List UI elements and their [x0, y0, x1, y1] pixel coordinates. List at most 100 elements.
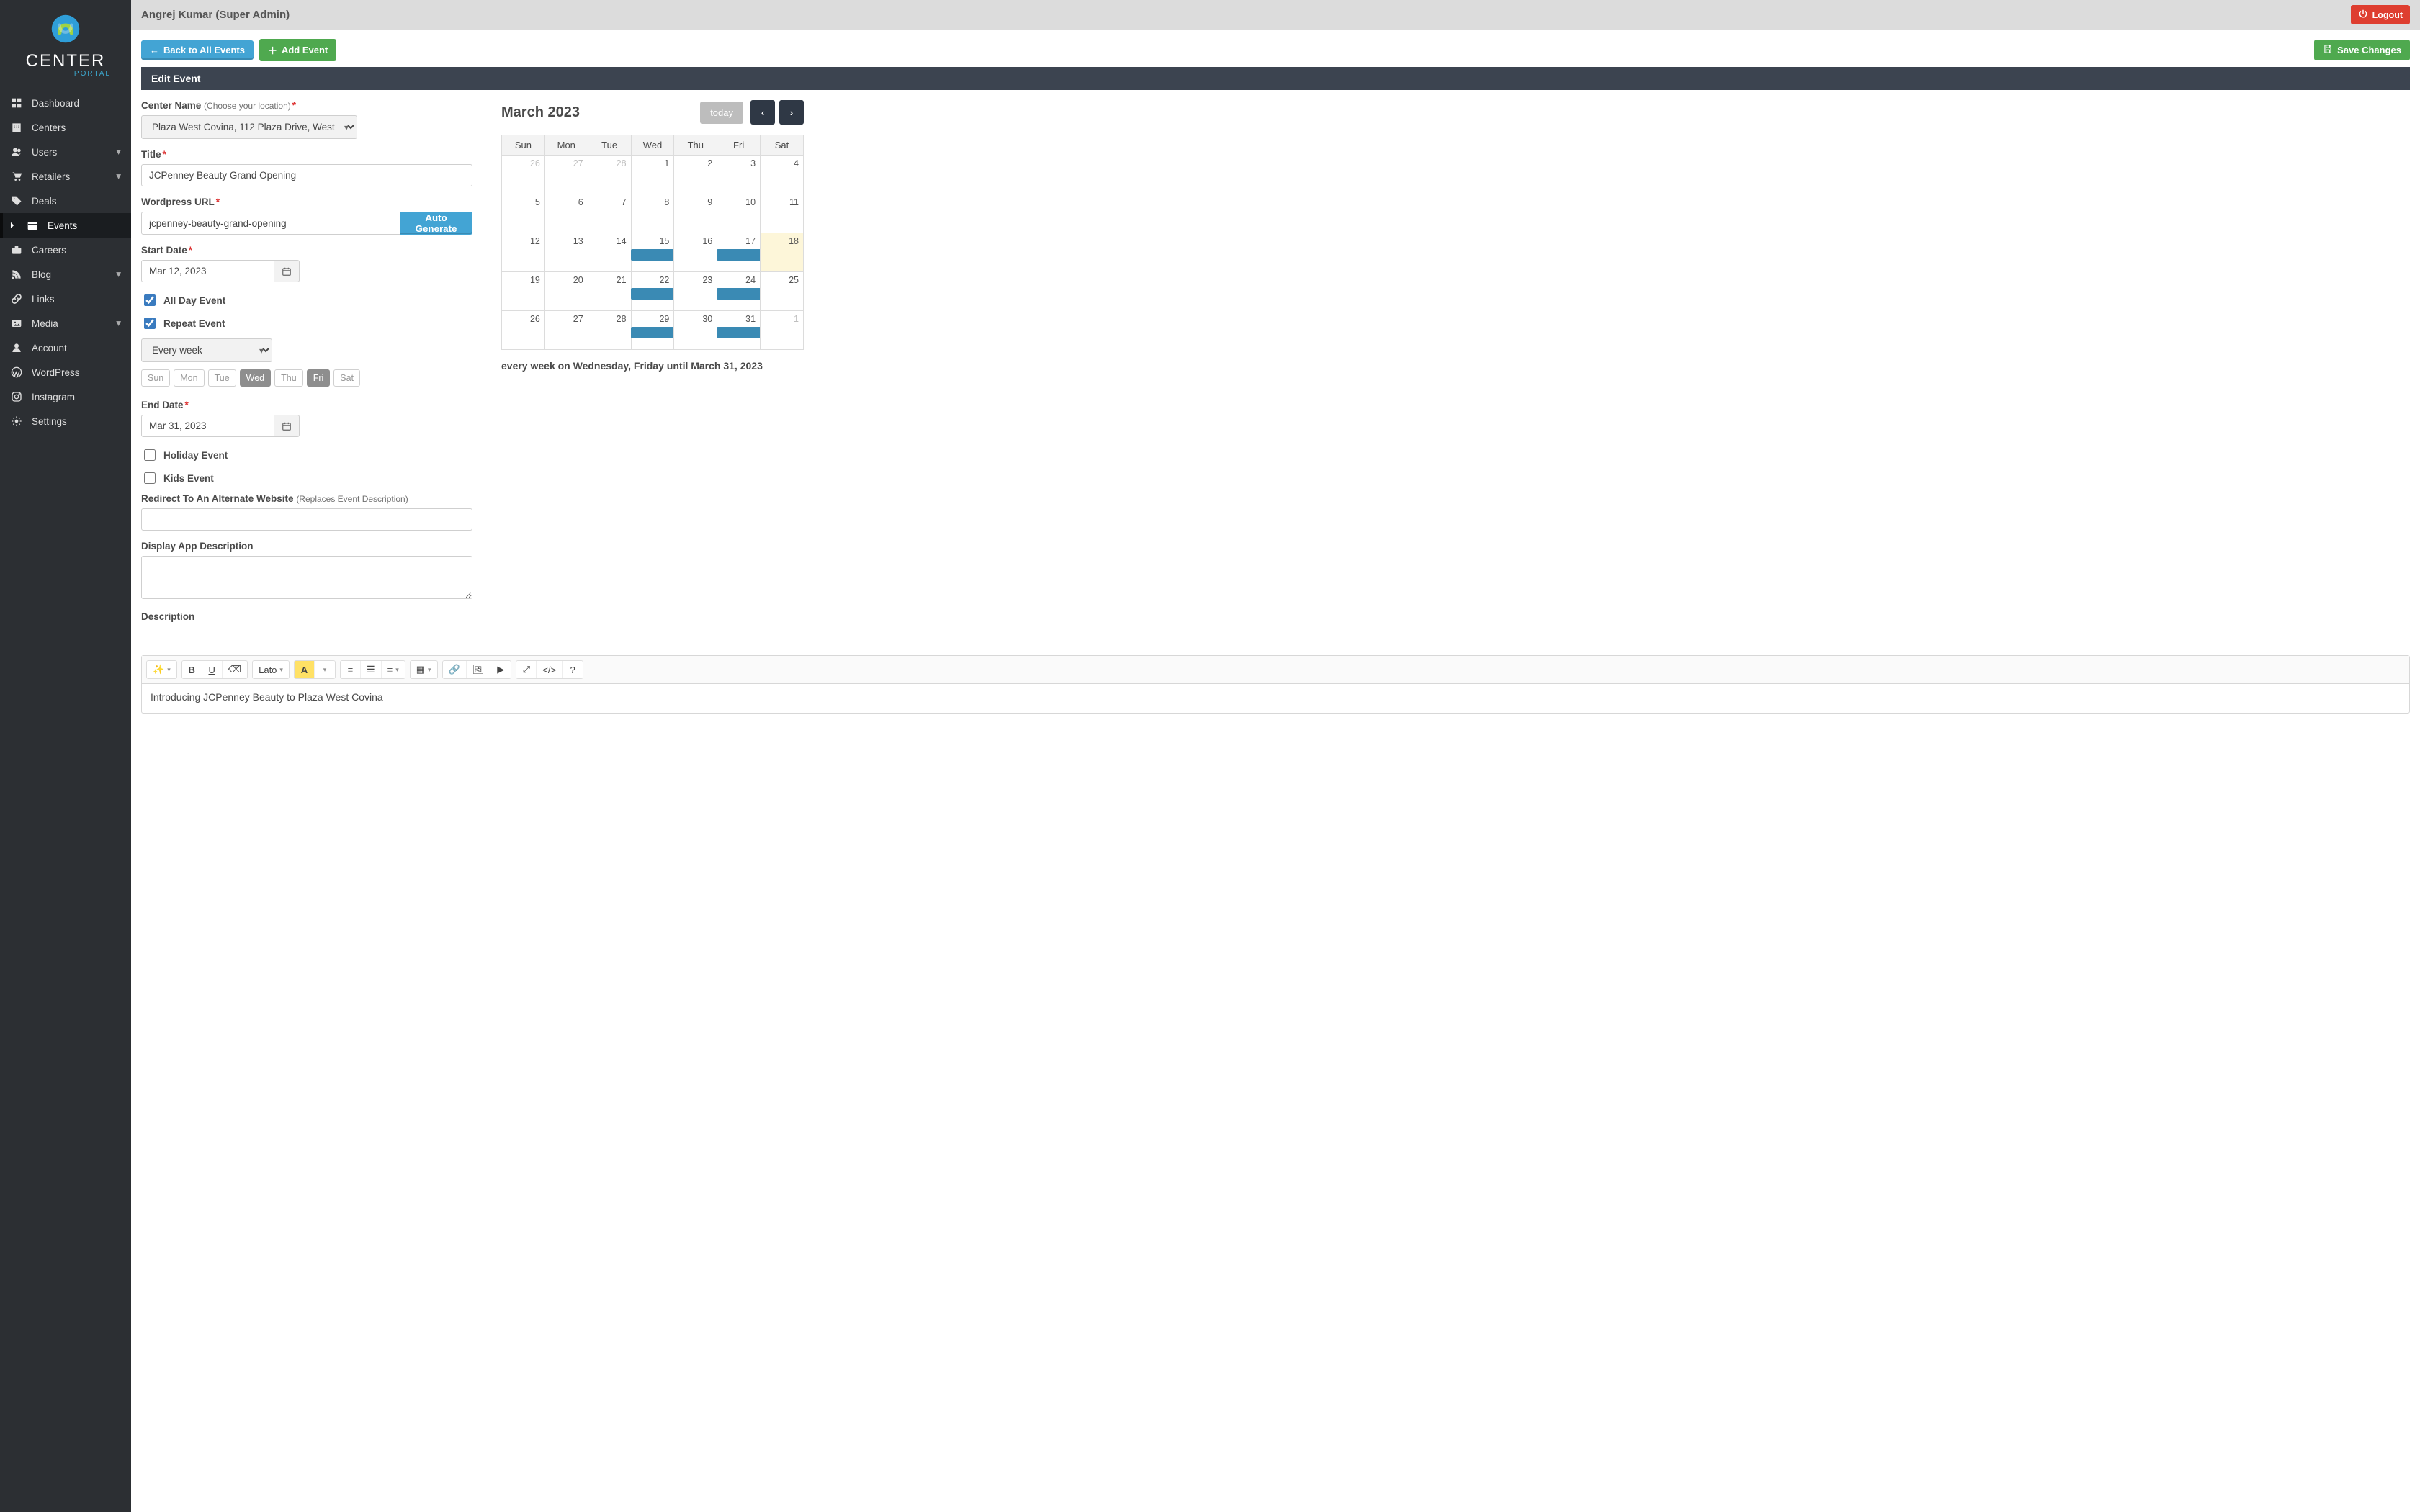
- cal-day[interactable]: 20: [544, 272, 588, 311]
- tb-table-button[interactable]: ▦▾: [411, 661, 437, 678]
- cal-day[interactable]: 9: [674, 194, 717, 233]
- sidebar-link[interactable]: Links: [0, 287, 131, 311]
- tb-underline-button[interactable]: U: [202, 661, 223, 678]
- sidebar-item-links[interactable]: Links: [0, 287, 131, 311]
- tb-code-button[interactable]: </>: [537, 661, 563, 678]
- tb-link-button[interactable]: 🔗: [443, 661, 467, 678]
- cal-day[interactable]: 2: [674, 156, 717, 194]
- cal-day[interactable]: 25: [761, 272, 804, 311]
- tb-font-button[interactable]: Lato ▾: [253, 661, 289, 678]
- sidebar-item-deals[interactable]: Deals: [0, 189, 131, 213]
- sidebar-link[interactable]: Blog▾: [0, 262, 131, 287]
- day-toggle-fri[interactable]: Fri: [307, 369, 331, 387]
- sidebar-link[interactable]: Retailers▾: [0, 164, 131, 189]
- cal-day[interactable]: 4: [761, 156, 804, 194]
- event-bar[interactable]: [717, 249, 760, 261]
- cal-day[interactable]: 19: [502, 272, 545, 311]
- cal-day[interactable]: 26: [502, 156, 545, 194]
- sidebar-item-users[interactable]: Users▾: [0, 140, 131, 164]
- event-bar[interactable]: [717, 327, 760, 338]
- sidebar-link[interactable]: Deals: [0, 189, 131, 213]
- sidebar-link[interactable]: Dashboard: [0, 91, 131, 115]
- cal-day[interactable]: 21: [588, 272, 631, 311]
- sidebar-item-blog[interactable]: Blog▾: [0, 262, 131, 287]
- next-month-button[interactable]: ›: [779, 100, 804, 125]
- cal-day[interactable]: 24: [717, 272, 761, 311]
- day-toggle-mon[interactable]: Mon: [174, 369, 204, 387]
- auto-generate-button[interactable]: Auto Generate: [400, 212, 472, 235]
- cal-day[interactable]: 28: [588, 311, 631, 350]
- sidebar-link[interactable]: Events: [0, 213, 131, 238]
- repeat-frequency-select[interactable]: Every week: [141, 338, 272, 362]
- tb-video-button[interactable]: ▶: [490, 661, 511, 678]
- tb-align-button[interactable]: ≡▾: [382, 661, 405, 678]
- cal-day[interactable]: 3: [717, 156, 761, 194]
- day-toggle-tue[interactable]: Tue: [208, 369, 236, 387]
- event-bar[interactable]: [631, 327, 674, 338]
- event-bar[interactable]: [631, 249, 674, 261]
- back-button[interactable]: ← Back to All Events: [141, 40, 254, 60]
- start-date-input[interactable]: [141, 260, 274, 282]
- sidebar-link[interactable]: Account: [0, 336, 131, 360]
- appdesc-textarea[interactable]: [141, 556, 472, 599]
- cal-day[interactable]: 16: [674, 233, 717, 272]
- cal-day[interactable]: 15: [631, 233, 674, 272]
- editor-body[interactable]: Introducing JCPenney Beauty to Plaza Wes…: [142, 684, 2409, 713]
- cal-day[interactable]: 18: [761, 233, 804, 272]
- calendar-icon[interactable]: [274, 260, 300, 282]
- event-bar[interactable]: [631, 288, 674, 300]
- sidebar-item-account[interactable]: Account: [0, 336, 131, 360]
- allday-checkbox[interactable]: [144, 294, 156, 306]
- cal-day[interactable]: 29: [631, 311, 674, 350]
- cal-day[interactable]: 31: [717, 311, 761, 350]
- wpurl-input[interactable]: [141, 212, 400, 235]
- logout-button[interactable]: Logout: [2351, 5, 2410, 24]
- sidebar-link[interactable]: Media▾: [0, 311, 131, 336]
- sidebar-item-dashboard[interactable]: Dashboard: [0, 91, 131, 115]
- tb-clear-format-button[interactable]: ⌫: [223, 661, 247, 678]
- cal-day[interactable]: 11: [761, 194, 804, 233]
- sidebar-link[interactable]: Centers: [0, 115, 131, 140]
- sidebar-link[interactable]: Instagram: [0, 384, 131, 409]
- cal-day[interactable]: 5: [502, 194, 545, 233]
- cal-day[interactable]: 27: [544, 311, 588, 350]
- cal-day[interactable]: 1: [761, 311, 804, 350]
- day-toggle-sun[interactable]: Sun: [141, 369, 170, 387]
- tb-ol-button[interactable]: ☰: [361, 661, 382, 678]
- save-button[interactable]: Save Changes: [2314, 40, 2410, 60]
- sidebar-link[interactable]: Careers: [0, 238, 131, 262]
- day-toggle-wed[interactable]: Wed: [240, 369, 271, 387]
- cal-day[interactable]: 12: [502, 233, 545, 272]
- repeat-checkbox[interactable]: [144, 318, 156, 329]
- sidebar-item-events[interactable]: Events: [0, 213, 131, 238]
- sidebar-item-careers[interactable]: Careers: [0, 238, 131, 262]
- tb-help-button[interactable]: ?: [563, 661, 583, 678]
- sidebar-item-wordpress[interactable]: WordPress: [0, 360, 131, 384]
- redirect-input[interactable]: [141, 508, 472, 531]
- kids-checkbox[interactable]: [144, 472, 156, 484]
- sidebar-item-retailers[interactable]: Retailers▾: [0, 164, 131, 189]
- cal-day[interactable]: 10: [717, 194, 761, 233]
- sidebar-link[interactable]: Users▾: [0, 140, 131, 164]
- sidebar-link[interactable]: WordPress: [0, 360, 131, 384]
- tb-magic-button[interactable]: ✨▾: [147, 661, 176, 678]
- tb-image-button[interactable]: 🖼: [467, 661, 491, 678]
- prev-month-button[interactable]: ‹: [750, 100, 775, 125]
- cal-day[interactable]: 27: [544, 156, 588, 194]
- cal-day[interactable]: 13: [544, 233, 588, 272]
- cal-day[interactable]: 8: [631, 194, 674, 233]
- cal-day[interactable]: 1: [631, 156, 674, 194]
- cal-day[interactable]: 22: [631, 272, 674, 311]
- cal-day[interactable]: 30: [674, 311, 717, 350]
- tb-fullscreen-button[interactable]: ⤢: [516, 661, 537, 678]
- center-select[interactable]: Plaza West Covina, 112 Plaza Drive, West…: [141, 115, 357, 139]
- tb-ul-button[interactable]: ≡: [341, 661, 361, 678]
- cal-day[interactable]: 23: [674, 272, 717, 311]
- cal-day[interactable]: 26: [502, 311, 545, 350]
- sidebar-item-centers[interactable]: Centers: [0, 115, 131, 140]
- calendar-icon[interactable]: [274, 415, 300, 437]
- tb-text-color-button[interactable]: A: [295, 661, 315, 678]
- cal-day[interactable]: 28: [588, 156, 631, 194]
- cal-day[interactable]: 14: [588, 233, 631, 272]
- event-bar[interactable]: [717, 288, 760, 300]
